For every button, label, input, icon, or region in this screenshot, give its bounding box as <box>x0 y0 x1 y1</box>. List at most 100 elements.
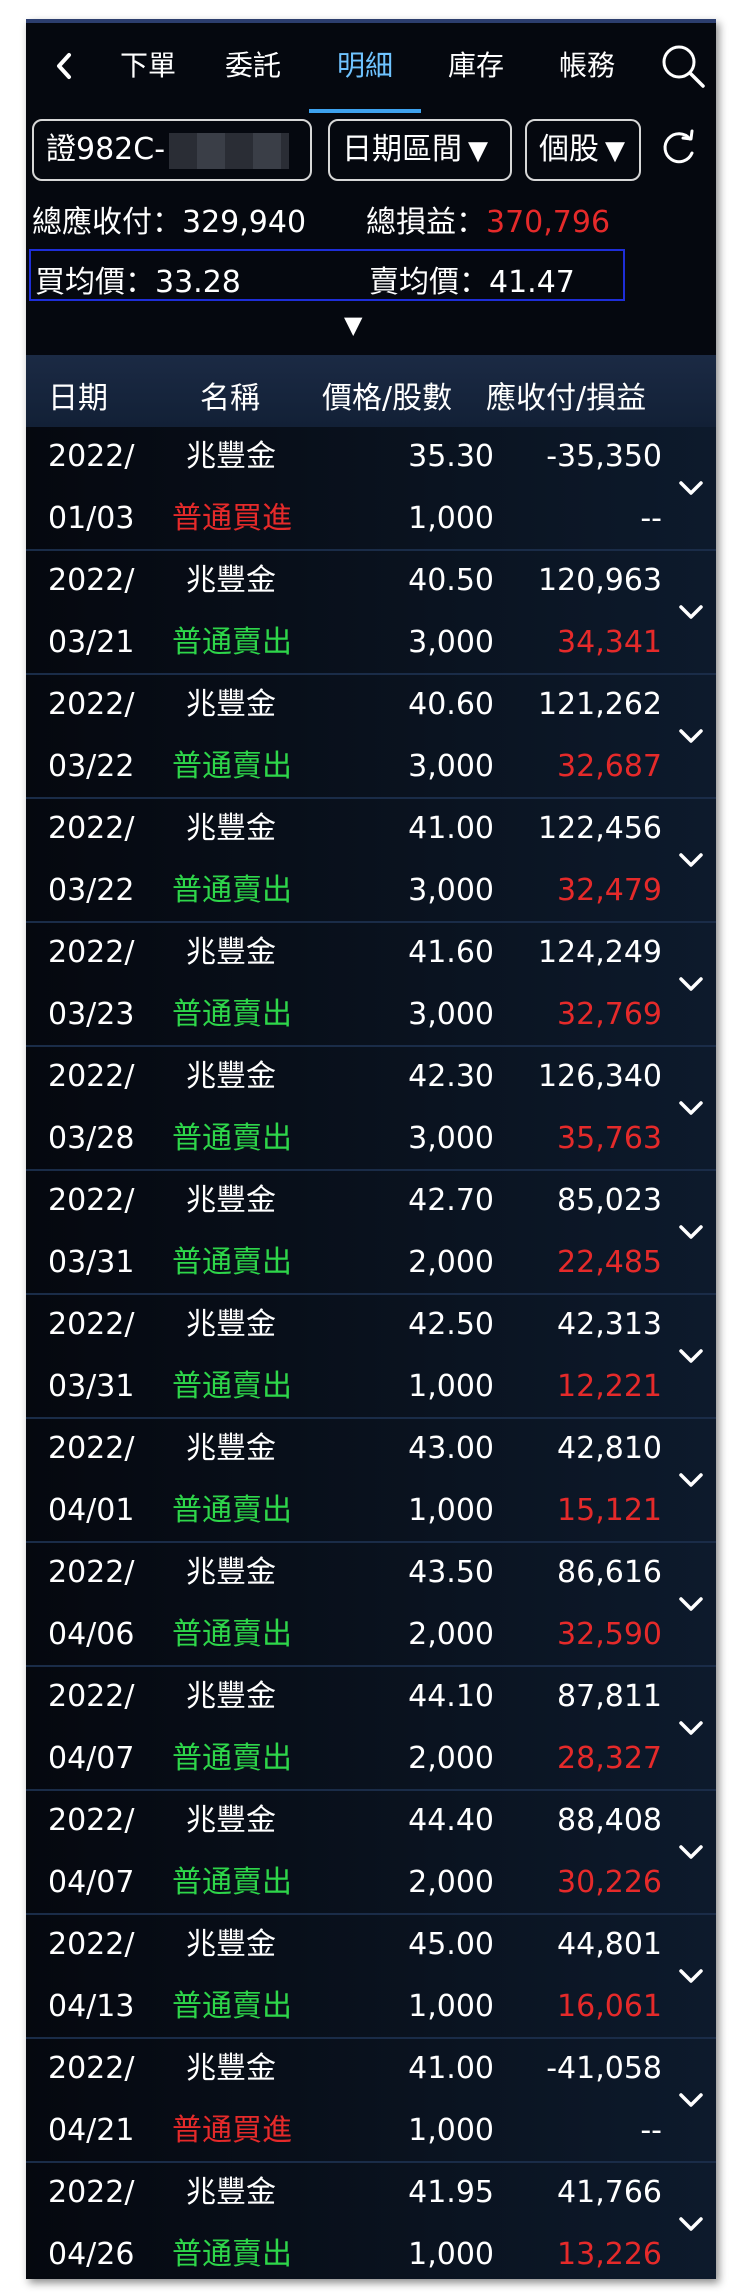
chevron-down-icon[interactable] <box>676 2209 706 2239</box>
table-row[interactable]: 2022/ 04/07 兆豐金 普通賣出 44.40 2,000 88,408 … <box>26 1791 716 1915</box>
table-row[interactable]: 2022/ 04/07 兆豐金 普通賣出 44.10 2,000 87,811 … <box>26 1667 716 1791</box>
tab-account[interactable]: 帳務 <box>537 41 637 91</box>
row-amount: 124,249 <box>537 935 662 970</box>
row-date-year: 2022/ <box>48 1803 135 1838</box>
chevron-down-icon[interactable] <box>676 1713 706 1743</box>
table-row[interactable]: 2022/ 03/22 兆豐金 普通賣出 40.60 3,000 121,262… <box>26 675 716 799</box>
row-amount: 122,456 <box>537 811 662 846</box>
chevron-down-icon[interactable] <box>676 1217 706 1247</box>
row-price: 35.30 <box>408 439 494 474</box>
row-quantity: 2,000 <box>408 1617 494 1652</box>
row-amount: 88,408 <box>557 1803 662 1838</box>
row-quantity: 3,000 <box>408 625 494 660</box>
header-price-qty: 價格/股數 <box>322 381 453 416</box>
chevron-down-icon[interactable] <box>676 1093 706 1123</box>
chevron-down-icon[interactable] <box>676 1837 706 1867</box>
active-tab-indicator <box>309 109 421 113</box>
sell-average-label: 賣均價： <box>369 265 489 300</box>
masked-account-number <box>169 132 290 169</box>
table-row[interactable]: 2022/ 04/21 兆豐金 普通買進 41.00 1,000 -41,058… <box>26 2039 716 2163</box>
row-quantity: 2,000 <box>408 1741 494 1776</box>
row-trade-type: 普通買進 <box>172 2113 292 2148</box>
account-selector[interactable]: 證982C- <box>32 119 312 181</box>
table-row[interactable]: 2022/ 04/01 兆豐金 普通賣出 43.00 1,000 42,810 … <box>26 1419 716 1543</box>
sell-average: 賣均價：41.47 <box>369 257 575 301</box>
table-row[interactable]: 2022/ 01/03 兆豐金 普通買進 35.30 1,000 -35,350… <box>26 427 716 551</box>
header-date: 日期 <box>48 381 108 416</box>
search-icon <box>662 45 705 88</box>
row-date-year: 2022/ <box>48 811 135 846</box>
total-pnl: 總損益：370,796 <box>366 197 610 241</box>
row-date-year: 2022/ <box>48 563 135 598</box>
row-quantity: 2,000 <box>408 1245 494 1280</box>
row-price: 43.50 <box>408 1555 494 1590</box>
expand-summary-toggle[interactable]: ▼ <box>344 311 362 339</box>
tab-entrust[interactable]: 委託 <box>203 41 303 91</box>
row-date-year: 2022/ <box>48 687 135 722</box>
row-date-year: 2022/ <box>48 1927 135 1962</box>
row-quantity: 3,000 <box>408 997 494 1032</box>
table-row[interactable]: 2022/ 04/06 兆豐金 普通賣出 43.50 2,000 86,616 … <box>26 1543 716 1667</box>
table-row[interactable]: 2022/ 03/31 兆豐金 普通賣出 42.70 2,000 85,023 … <box>26 1171 716 1295</box>
scope-dropdown[interactable]: 個股 ▼ <box>525 119 641 181</box>
back-button[interactable] <box>44 41 84 91</box>
header-amount-pnl: 應收付/損益 <box>486 381 647 416</box>
buy-average-label: 買均價： <box>35 265 155 300</box>
total-pnl-value: 370,796 <box>486 205 611 240</box>
row-pnl: -- <box>640 501 662 536</box>
row-trade-type: 普通賣出 <box>172 625 292 660</box>
row-stock-name: 兆豐金 <box>186 1679 276 1714</box>
row-quantity: 3,000 <box>408 749 494 784</box>
chevron-down-icon[interactable] <box>676 2085 706 2115</box>
chevron-down-icon[interactable] <box>676 1589 706 1619</box>
chevron-down-icon[interactable] <box>676 1465 706 1495</box>
app-screen: 下單 委託 明細 庫存 帳務 證982C- 日期區間 ▼ 個股 ▼ 總應收付：3… <box>26 19 716 2279</box>
row-date-month-day: 03/21 <box>48 625 135 660</box>
chevron-down-icon[interactable] <box>676 721 706 751</box>
chevron-down-icon[interactable] <box>676 845 706 875</box>
row-stock-name: 兆豐金 <box>186 439 276 474</box>
table-row[interactable]: 2022/ 03/23 兆豐金 普通賣出 41.60 3,000 124,249… <box>26 923 716 1047</box>
row-trade-type: 普通買進 <box>172 501 292 536</box>
row-amount: 85,023 <box>557 1183 662 1218</box>
row-trade-type: 普通賣出 <box>172 1741 292 1776</box>
row-quantity: 1,000 <box>408 1369 494 1404</box>
chevron-down-icon[interactable] <box>676 1961 706 1991</box>
table-row[interactable]: 2022/ 03/31 兆豐金 普通賣出 42.50 1,000 42,313 … <box>26 1295 716 1419</box>
chevron-down-icon[interactable] <box>676 969 706 999</box>
tab-order[interactable]: 下單 <box>98 41 198 91</box>
row-trade-type: 普通賣出 <box>172 1245 292 1280</box>
row-stock-name: 兆豐金 <box>186 1307 276 1342</box>
row-amount: 121,262 <box>537 687 662 722</box>
date-range-dropdown[interactable]: 日期區間 ▼ <box>328 119 512 181</box>
row-price: 44.40 <box>408 1803 494 1838</box>
chevron-down-icon[interactable] <box>676 597 706 627</box>
table-row[interactable]: 2022/ 03/28 兆豐金 普通賣出 42.30 3,000 126,340… <box>26 1047 716 1171</box>
row-date-year: 2022/ <box>48 1183 135 1218</box>
row-trade-type: 普通賣出 <box>172 1989 292 2024</box>
row-amount: 87,811 <box>557 1679 662 1714</box>
row-stock-name: 兆豐金 <box>186 687 276 722</box>
table-row[interactable]: 2022/ 04/26 兆豐金 普通賣出 41.95 1,000 41,766 … <box>26 2163 716 2279</box>
row-date-year: 2022/ <box>48 1431 135 1466</box>
table-row[interactable]: 2022/ 03/21 兆豐金 普通賣出 40.50 3,000 120,963… <box>26 551 716 675</box>
row-pnl: 32,590 <box>557 1617 662 1652</box>
chevron-down-icon[interactable] <box>676 473 706 503</box>
tab-details[interactable]: 明細 <box>315 41 415 91</box>
search-button[interactable] <box>658 41 708 91</box>
row-quantity: 1,000 <box>408 1493 494 1528</box>
row-pnl: 32,687 <box>557 749 662 784</box>
row-stock-name: 兆豐金 <box>186 2051 276 2086</box>
transaction-list: 2022/ 01/03 兆豐金 普通買進 35.30 1,000 -35,350… <box>26 427 716 2279</box>
table-row[interactable]: 2022/ 03/22 兆豐金 普通賣出 41.00 3,000 122,456… <box>26 799 716 923</box>
refresh-button[interactable] <box>656 127 700 171</box>
row-amount: 41,766 <box>557 2175 662 2210</box>
table-row[interactable]: 2022/ 04/13 兆豐金 普通賣出 45.00 1,000 44,801 … <box>26 1915 716 2039</box>
row-stock-name: 兆豐金 <box>186 1803 276 1838</box>
row-price: 41.00 <box>408 2051 494 2086</box>
total-payable-value: 329,940 <box>182 205 307 240</box>
tab-inventory[interactable]: 庫存 <box>426 41 526 91</box>
row-date-month-day: 04/26 <box>48 2237 135 2272</box>
chevron-down-icon[interactable] <box>676 1341 706 1371</box>
refresh-icon <box>663 129 694 164</box>
